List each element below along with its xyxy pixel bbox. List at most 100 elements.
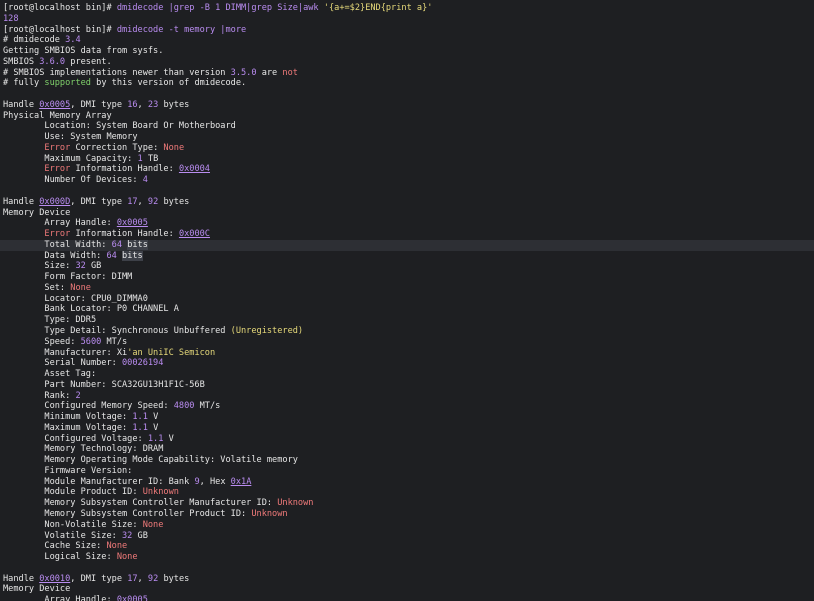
- terminal-text: None: [163, 142, 185, 153]
- terminal-line: Part Number: SCA32GU13H1F1C-56B: [0, 380, 814, 391]
- terminal-line: Non-Volatile Size: None: [0, 520, 814, 531]
- terminal-line: # dmidecode 3.4: [0, 35, 814, 46]
- terminal-text: Configured Memory Speed:: [3, 401, 174, 412]
- terminal-text: bytes: [158, 196, 190, 207]
- terminal-text: TB: [142, 153, 159, 164]
- terminal-text: 64: [111, 239, 123, 250]
- terminal-text: Memory Technology: DRAM: [3, 444, 164, 455]
- terminal-line: Module Manufacturer ID: Bank 9, Hex 0x1A: [0, 477, 814, 488]
- terminal-line: Configured Memory Speed: 4800 MT/s: [0, 401, 814, 412]
- terminal-text: , DMI type: [70, 196, 128, 207]
- terminal-text: 5600: [80, 336, 102, 347]
- terminal-line: Location: System Board Or Motherboard: [0, 121, 814, 132]
- terminal-text: 92: [147, 573, 159, 584]
- terminal-text: V: [147, 412, 159, 423]
- terminal-window[interactable]: [root@localhost bin]# dmidecode |grep -B…: [0, 0, 814, 601]
- terminal-line: Error Information Handle: 0x000C: [0, 229, 814, 240]
- terminal-text: Getting SMBIOS data from sysfs.: [3, 46, 164, 57]
- terminal-text: , Hex: [199, 476, 231, 487]
- terminal-text: bits: [127, 239, 148, 250]
- terminal-text: V: [163, 433, 174, 444]
- terminal-text: Correction Type:: [70, 142, 164, 153]
- terminal-line: Logical Size: None: [0, 552, 814, 563]
- terminal-text: Information Handle:: [70, 164, 179, 175]
- terminal-text: [root@localhost bin]#: [3, 24, 117, 35]
- terminal-text: Unknown: [142, 487, 179, 498]
- terminal-text: GB: [132, 530, 148, 541]
- terminal-text: Handle: [3, 573, 40, 584]
- terminal-text: Module Manufacturer ID: Bank: [3, 476, 195, 487]
- terminal-text: Total Width:: [3, 239, 112, 250]
- terminal-text: 3.5.0: [230, 67, 257, 78]
- terminal-text: Memory Subsystem Controller Product ID:: [3, 508, 252, 519]
- handle-link[interactable]: 0x0005: [117, 595, 148, 601]
- handle-link[interactable]: 0x0005: [39, 100, 70, 110]
- terminal-text: Asset Tag:: [3, 369, 97, 380]
- terminal-line: Type Detail: Synchronous Unbuffered (Unr…: [0, 326, 814, 337]
- terminal-text: Configured Voltage:: [3, 433, 148, 444]
- command-output-sum: 128: [0, 14, 814, 25]
- terminal-text: bits: [122, 250, 143, 261]
- terminal-text: 128: [3, 13, 19, 24]
- terminal-text: bytes: [158, 99, 190, 110]
- terminal-text: 32: [75, 261, 86, 272]
- handle-link[interactable]: 0x0004: [179, 164, 210, 174]
- terminal-line: Use: System Memory: [0, 132, 814, 143]
- terminal-text: dmidecode |grep -B 1 DIMM|grep Size|awk: [116, 3, 324, 13]
- terminal-line: Error Correction Type: None: [0, 143, 814, 154]
- terminal-text: Set:: [3, 282, 71, 293]
- terminal-text: Handle: [3, 196, 40, 207]
- terminal-text: 4: [142, 175, 148, 186]
- terminal-line: Array Handle: 0x0005: [0, 595, 814, 601]
- terminal-text: # fully: [3, 78, 45, 89]
- terminal-text: supported: [44, 78, 91, 89]
- terminal-text: Location: System Board Or Motherboard: [3, 121, 236, 132]
- terminal-text: SMBIOS: [3, 56, 40, 67]
- terminal-text: Array Handle:: [3, 218, 117, 229]
- terminal-line: # SMBIOS implementations newer than vers…: [0, 68, 814, 79]
- terminal-line: Module Product ID: Unknown: [0, 487, 814, 498]
- terminal-text: Serial Number:: [3, 358, 122, 369]
- terminal-text: Number Of Devices:: [3, 175, 143, 186]
- terminal-text: MT/s: [101, 336, 128, 347]
- terminal-text: Data Width:: [3, 250, 107, 261]
- terminal-line: Total Width: 64 bits: [0, 239, 814, 251]
- terminal-text: 16: [127, 99, 138, 110]
- terminal-line: SMBIOS 3.6.0 present.: [0, 57, 814, 68]
- terminal-text: Manufacturer: Xi: [3, 347, 128, 358]
- terminal-line: Maximum Capacity: 1 TB: [0, 154, 814, 165]
- terminal-text: Information Handle:: [70, 229, 179, 240]
- handle-link[interactable]: 0x1A: [231, 477, 252, 487]
- terminal-text: # SMBIOS implementations newer than vers…: [3, 67, 231, 78]
- terminal-text: Memory Device: [3, 584, 71, 595]
- terminal-line: Bank Locator: P0 CHANNEL A: [0, 304, 814, 315]
- terminal-text: Error: [44, 142, 71, 153]
- terminal-text: Firmware Version:: [3, 465, 133, 476]
- terminal-text: , DMI type: [70, 99, 128, 110]
- terminal-text: 00026194: [122, 358, 164, 369]
- terminal-text: Maximum Capacity:: [3, 153, 138, 164]
- handle-link[interactable]: 0x0010: [39, 574, 70, 584]
- terminal-text: dmidecode -t memory |more: [116, 24, 247, 35]
- terminal-line: Memory Subsystem Controller Manufacturer…: [0, 498, 814, 509]
- terminal-line: Getting SMBIOS data from sysfs.: [0, 46, 814, 57]
- terminal-text: None: [142, 519, 164, 530]
- terminal-line: Serial Number: 00026194: [0, 358, 814, 369]
- terminal-text: Minimum Voltage:: [3, 412, 133, 423]
- handle-link[interactable]: 0x0005: [117, 218, 148, 228]
- terminal-text: Form Factor: DIMM: [3, 272, 133, 283]
- terminal-line: Memory Subsystem Controller Product ID: …: [0, 509, 814, 520]
- terminal-line: Handle 0x0005, DMI type 16, 23 bytes: [0, 100, 814, 111]
- terminal-text: Type Detail: Synchronous Unbuffered: [3, 325, 231, 336]
- terminal-text: 1.1: [132, 422, 148, 433]
- terminal-text: Memory Subsystem Controller Manufacturer…: [3, 498, 278, 509]
- handle-link[interactable]: 0x000C: [179, 229, 210, 239]
- handle-link[interactable]: 0x000D: [39, 197, 70, 207]
- terminal-text: Unknown: [251, 508, 288, 519]
